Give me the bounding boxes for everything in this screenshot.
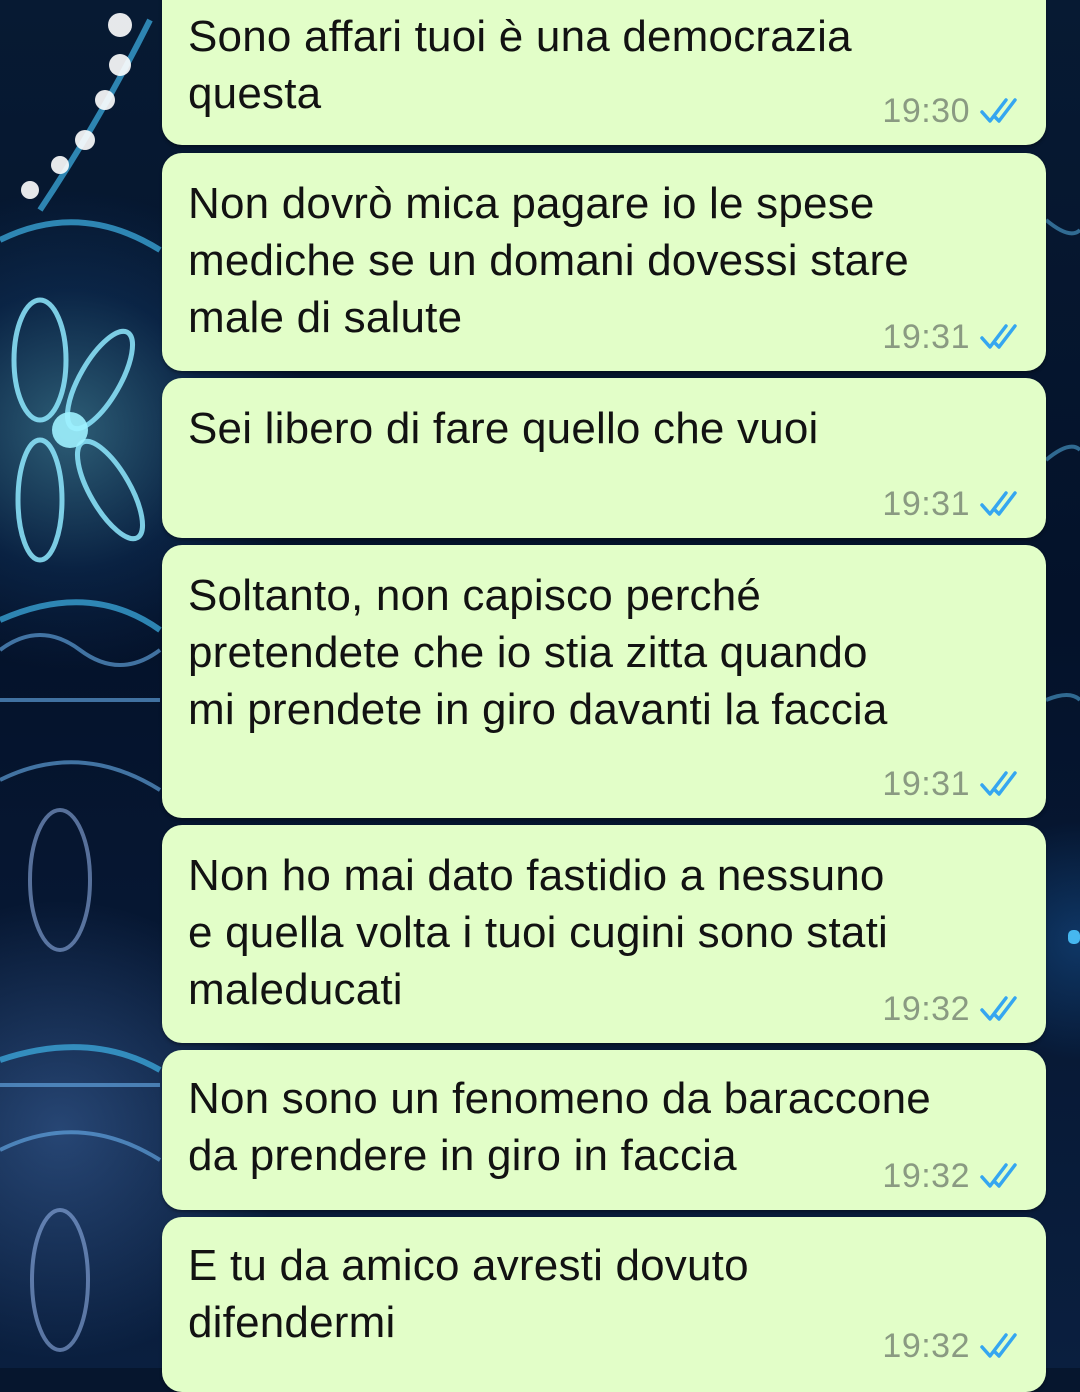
message-bubble[interactable]: Non ho mai dato fastidio a nessuno e que… bbox=[162, 825, 1046, 1043]
double-check-icon bbox=[980, 1163, 1017, 1188]
message-time: 19:32 bbox=[882, 989, 970, 1028]
message-meta: 19:32 bbox=[882, 1326, 1024, 1366]
message-time: 19:31 bbox=[882, 484, 970, 523]
message-meta: 19:30 bbox=[882, 91, 1024, 131]
message-time: 19:31 bbox=[882, 317, 970, 356]
message-bubble[interactable]: Soltanto, non capisco perché pretendete … bbox=[162, 545, 1046, 818]
double-check-icon bbox=[980, 996, 1017, 1021]
double-check-icon bbox=[980, 1333, 1017, 1358]
message-bubble[interactable]: Non sono un fenomeno da baraccone da pre… bbox=[162, 1050, 1046, 1210]
double-check-icon bbox=[980, 771, 1017, 796]
message-time: 19:30 bbox=[882, 91, 970, 130]
message-time: 19:32 bbox=[882, 1326, 970, 1365]
message-text: Sei libero di fare quello che vuoi bbox=[188, 404, 819, 453]
message-time: 19:31 bbox=[882, 764, 970, 803]
message-bubble[interactable]: Sei libero di fare quello che vuoi 19:31 bbox=[162, 378, 1046, 538]
message-meta: 19:32 bbox=[882, 1156, 1024, 1196]
message-bubble[interactable]: Non dovrò mica pagare io le spese medich… bbox=[162, 153, 1046, 371]
message-time: 19:32 bbox=[882, 1156, 970, 1195]
double-check-icon bbox=[980, 98, 1017, 123]
message-meta: 19:32 bbox=[882, 989, 1024, 1029]
double-check-icon bbox=[980, 491, 1017, 516]
message-meta: 19:31 bbox=[882, 317, 1024, 357]
message-bubble[interactable]: Sono affari tuoi è una democrazia questa… bbox=[162, 0, 1046, 145]
double-check-icon bbox=[980, 324, 1017, 349]
message-bubble[interactable]: E tu da amico avresti dovuto difendermi … bbox=[162, 1217, 1046, 1392]
message-text: Soltanto, non capisco perché pretendete … bbox=[188, 571, 888, 734]
message-meta: 19:31 bbox=[882, 484, 1024, 524]
message-meta: 19:31 bbox=[882, 764, 1024, 804]
